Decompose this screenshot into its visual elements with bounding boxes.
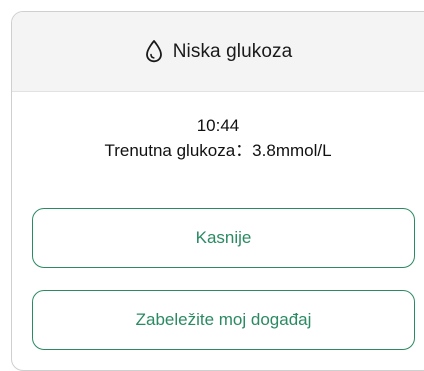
dialog-body: 10:44 Trenutna glukoza：3.8mmol/L Kasnije… bbox=[12, 92, 424, 370]
dialog-title: Niska glukoza bbox=[172, 40, 293, 62]
log-event-button[interactable]: Zabeležite moj događaj bbox=[32, 290, 415, 350]
current-glucose-text: Trenutna glukoza：3.8mmol/L bbox=[104, 141, 332, 160]
dialog-header: Niska glukoza bbox=[12, 12, 424, 92]
drop-icon bbox=[144, 39, 164, 63]
later-button[interactable]: Kasnije bbox=[32, 208, 415, 268]
low-glucose-dialog: Niska glukoza 10:44 Trenutna glukoza：3.8… bbox=[11, 11, 424, 371]
alert-time: 10:44 bbox=[196, 116, 240, 135]
